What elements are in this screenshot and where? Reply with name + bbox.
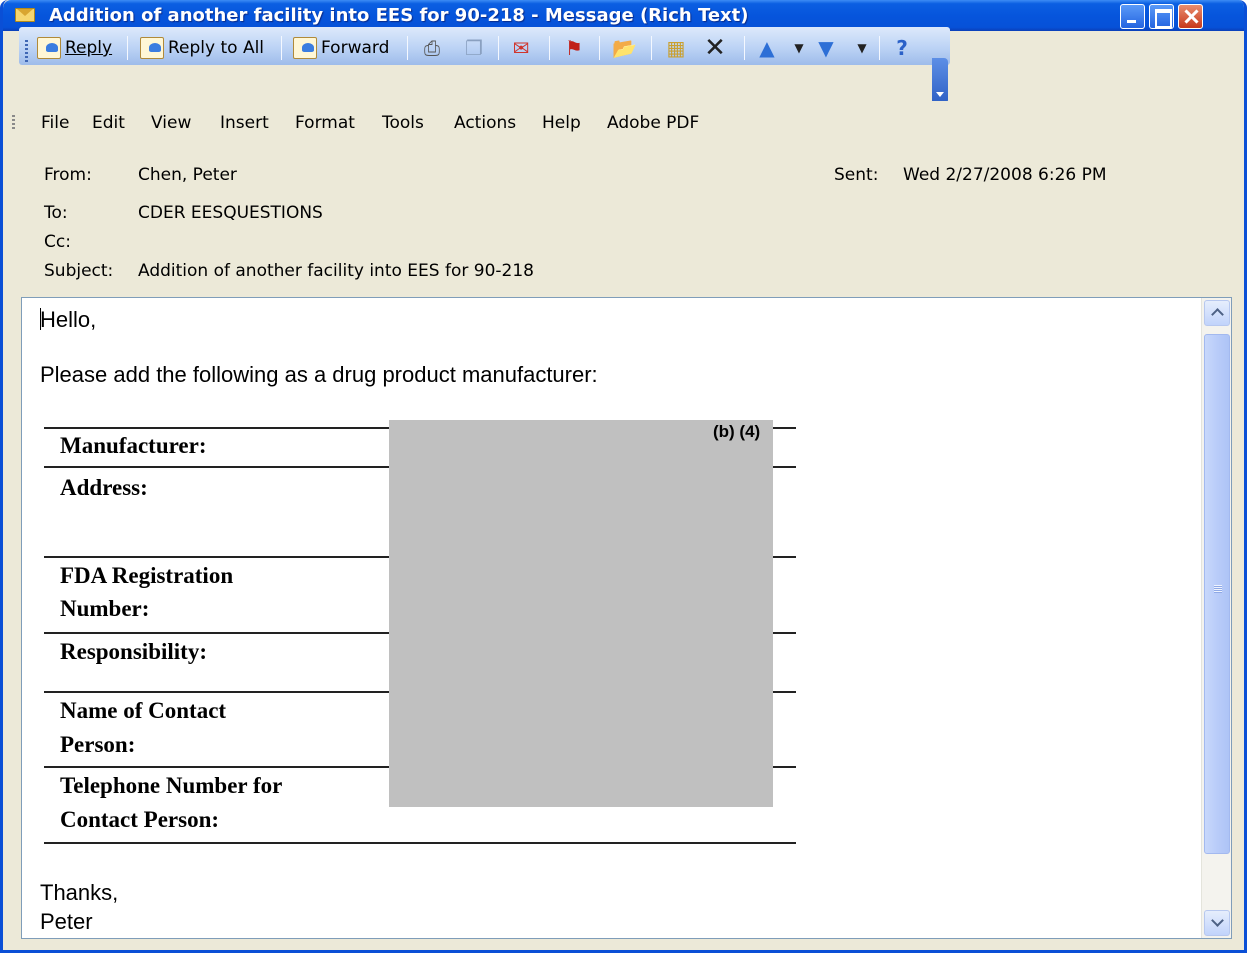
address-label: Address:	[60, 475, 148, 500]
copy-icon[interactable]: ❐	[462, 36, 486, 60]
toolbar-separator	[651, 36, 652, 60]
forward-button[interactable]: Forward	[293, 35, 389, 61]
delete-icon[interactable]: ✕	[703, 35, 727, 61]
mark-unread-icon[interactable]: ✉	[509, 36, 533, 60]
signature-text: Peter	[40, 909, 93, 934]
previous-item-icon[interactable]: ▲	[755, 36, 779, 60]
to-value[interactable]: CDER EESQUESTIONS	[138, 203, 323, 223]
next-item-icon[interactable]: ▼	[814, 36, 838, 60]
scroll-up-button[interactable]	[1204, 300, 1230, 326]
fda-registration-label: FDA Registration	[60, 563, 234, 588]
scroll-down-button[interactable]	[1204, 910, 1230, 936]
move-to-folder-icon[interactable]: 📂	[612, 36, 637, 60]
toolbar-separator	[599, 36, 600, 60]
sent-label: Sent:	[834, 165, 879, 185]
contact-phone-label: Telephone Number for	[60, 773, 283, 798]
toolbar-separator	[549, 36, 550, 60]
contact-phone-label-2: Contact Person:	[60, 807, 220, 832]
toolbar-separator	[407, 36, 408, 60]
print-icon[interactable]: ⎙	[420, 36, 444, 60]
subject-label: Subject:	[44, 261, 114, 281]
sent-value: Wed 2/27/2008 6:26 PM	[903, 165, 1107, 185]
toolbar-separator	[498, 36, 499, 60]
intro-text: Please add the following as a drug produ…	[40, 362, 598, 387]
forward-icon	[293, 37, 317, 59]
toolbar-separator	[744, 36, 745, 60]
to-label: To:	[44, 203, 68, 223]
fda-registration-label-2: Number:	[60, 596, 150, 621]
window-title: Addition of another facility into EES fo…	[49, 5, 749, 26]
previous-dropdown-icon[interactable]: ▼	[787, 36, 811, 60]
reply-button[interactable]: Reply	[37, 35, 112, 61]
toolbar-separator	[281, 36, 282, 60]
reply-all-label: Reply to All	[168, 38, 265, 58]
toolbar-separator	[127, 36, 128, 60]
toolbar-options-icon[interactable]	[932, 58, 948, 104]
forward-label: Forward	[321, 38, 390, 58]
envelope-icon	[15, 8, 35, 22]
menu-help[interactable]: Help	[542, 113, 581, 133]
cc-label: Cc:	[44, 232, 71, 252]
menu-view[interactable]: View	[151, 113, 191, 133]
menu-bar: File Edit View Insert Format Tools Actio…	[3, 101, 1244, 147]
menu-file[interactable]: File	[41, 113, 69, 133]
menu-grip[interactable]	[12, 115, 15, 129]
reply-all-button[interactable]: Reply to All	[140, 35, 264, 61]
subject-value: Addition of another facility into EES fo…	[138, 261, 534, 281]
reply-icon	[37, 37, 61, 59]
redaction-code: (b) (4)	[713, 422, 761, 441]
message-body[interactable]: Hello, Please add the following as a dru…	[21, 297, 1232, 939]
reply-label: Reply	[65, 38, 113, 58]
contact-name-label: Name of Contact	[60, 698, 227, 723]
closing-text: Thanks,	[40, 880, 119, 905]
toolbar-separator	[879, 36, 880, 60]
message-window: Addition of another facility into EES fo…	[0, 0, 1247, 953]
manufacturer-label: Manufacturer:	[60, 433, 207, 458]
minimize-button[interactable]	[1120, 4, 1145, 29]
menu-format[interactable]: Format	[295, 113, 355, 133]
scroll-thumb[interactable]	[1204, 334, 1230, 854]
menu-actions[interactable]: Actions	[454, 113, 516, 133]
menu-adobe-pdf[interactable]: Adobe PDF	[607, 113, 699, 133]
message-header: From: Chen, Peter Sent: Wed 2/27/2008 6:…	[3, 147, 1244, 295]
toolbar-grip[interactable]	[25, 40, 28, 62]
reply-all-icon	[140, 37, 164, 59]
maximize-button[interactable]	[1149, 4, 1174, 29]
contact-name-label-2: Person:	[60, 732, 136, 757]
from-label: From:	[44, 165, 92, 185]
close-button[interactable]	[1178, 4, 1203, 29]
redaction-box	[389, 420, 773, 807]
menu-tools[interactable]: Tools	[382, 113, 424, 133]
responsibility-label: Responsibility:	[60, 639, 207, 664]
menu-edit[interactable]: Edit	[92, 113, 125, 133]
help-icon[interactable]: ?	[890, 36, 914, 60]
menu-insert[interactable]: Insert	[220, 113, 269, 133]
flag-icon[interactable]: ⚑	[562, 36, 586, 60]
vertical-scrollbar[interactable]	[1201, 298, 1231, 938]
greeting-text: Hello,	[40, 307, 97, 332]
table-rule	[44, 842, 796, 844]
next-dropdown-icon[interactable]: ▼	[850, 36, 874, 60]
categorize-icon[interactable]: ▦	[664, 36, 688, 60]
from-value[interactable]: Chen, Peter	[138, 165, 237, 185]
